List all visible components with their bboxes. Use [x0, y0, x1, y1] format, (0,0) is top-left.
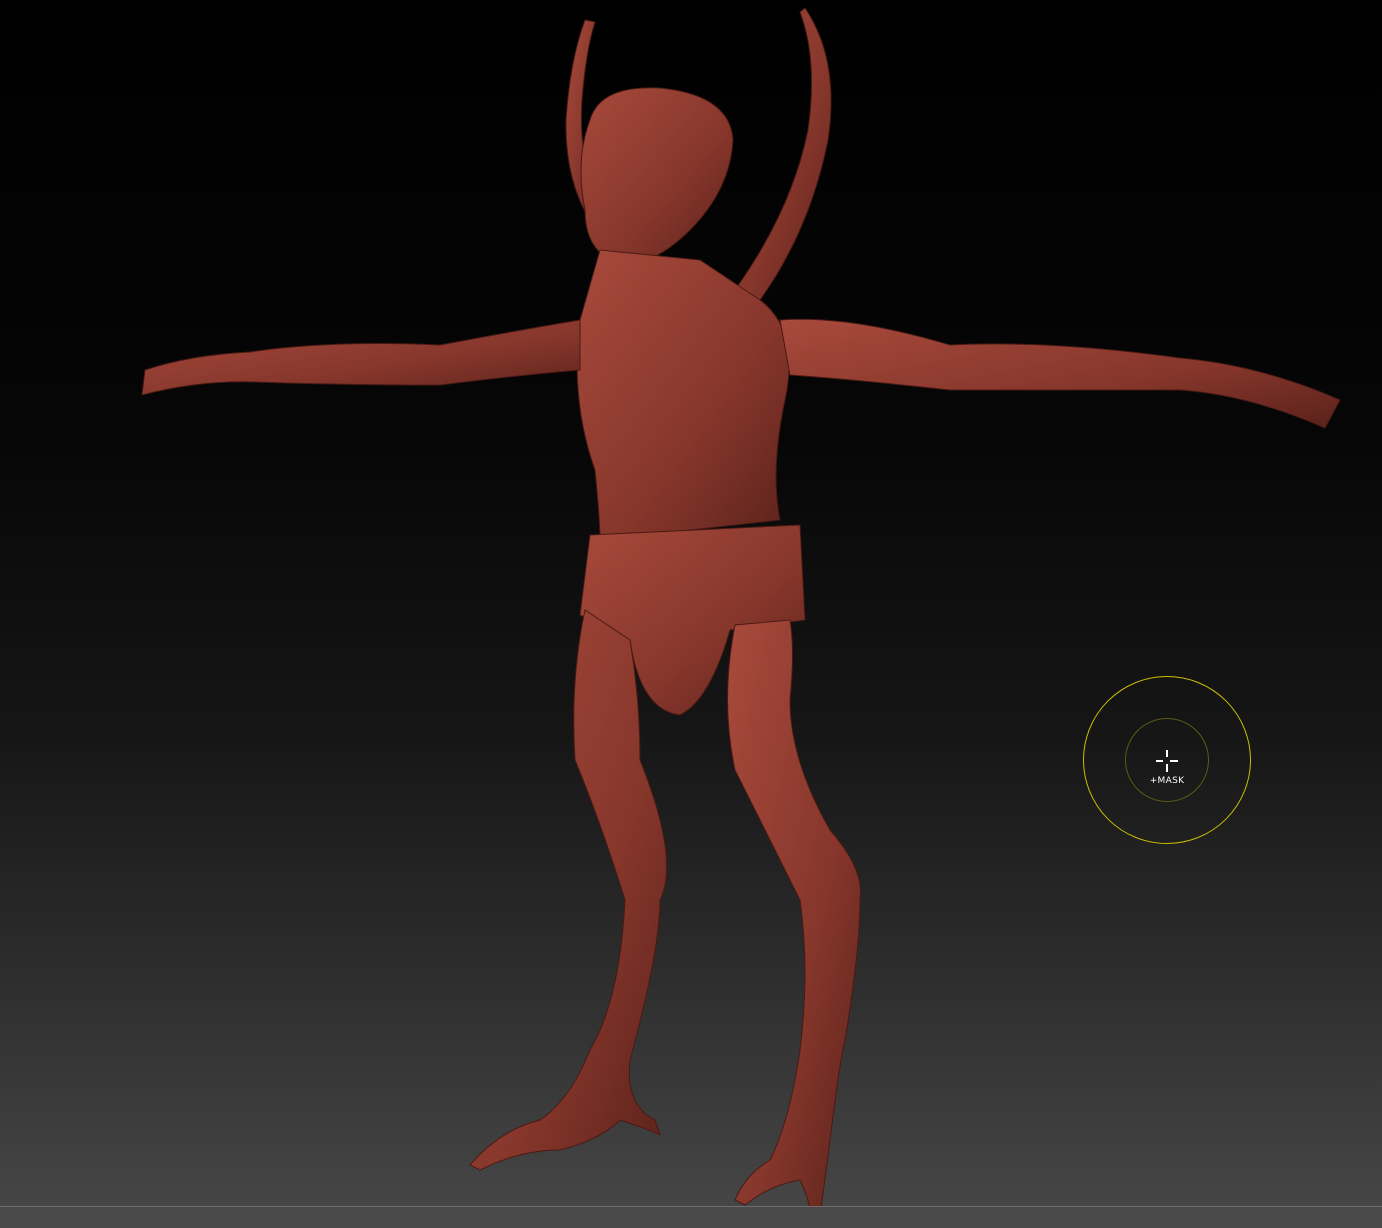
- brush-mode-label: +MASK: [1149, 776, 1185, 786]
- head: [580, 87, 734, 264]
- left-arm: [141, 319, 581, 396]
- right-horn: [718, 7, 832, 311]
- brush-cursor: +MASK: [1083, 676, 1251, 844]
- sculpt-model[interactable]: [0, 0, 1382, 1228]
- crosshair-icon: [1156, 750, 1178, 772]
- right-arm: [779, 318, 1341, 429]
- bottom-shelf: [0, 1207, 1382, 1228]
- right-leg: [727, 619, 862, 1216]
- left-leg: [469, 609, 668, 1171]
